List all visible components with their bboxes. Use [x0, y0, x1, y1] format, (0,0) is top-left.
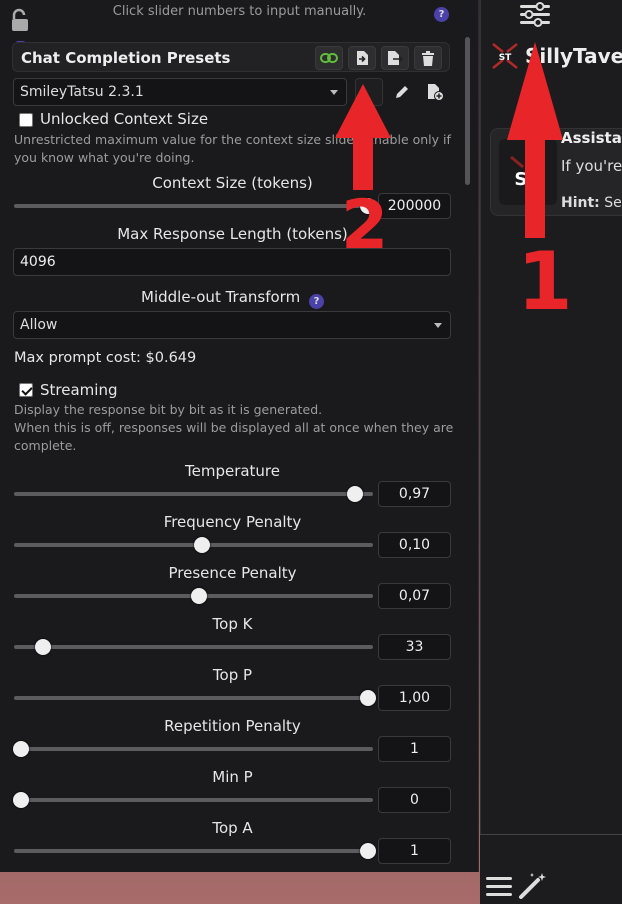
middle-out-select[interactable]: Allow	[13, 311, 451, 339]
annotation-arrow-up-icon	[335, 84, 391, 190]
streaming-desc-3: complete.	[14, 438, 77, 453]
annotation-number-2: 2	[341, 186, 389, 265]
slider-knob[interactable]	[359, 843, 376, 859]
slider-track[interactable]	[14, 537, 373, 553]
middle-out-label-text: Middle-out Transform	[141, 288, 301, 306]
slider-label: Top K	[212, 615, 253, 633]
context-size-slider[interactable]	[14, 198, 376, 214]
slider-track[interactable]	[13, 741, 373, 757]
slider-knob[interactable]	[34, 639, 51, 655]
card-hint-text: Set	[604, 195, 622, 211]
slider-label: Repetition Penalty	[164, 717, 301, 735]
slider-track[interactable]	[14, 639, 373, 655]
streaming-desc-2: When this is off, responses will be disp…	[14, 420, 454, 435]
streaming-label: Streaming	[40, 381, 118, 399]
preset-select[interactable]: SmileyTatsu 2.3.1	[13, 78, 347, 106]
card-title: Assistant	[561, 129, 622, 147]
import-preset-button[interactable]	[348, 46, 376, 70]
annotation-number-1: 1	[517, 235, 573, 328]
slider-track[interactable]	[14, 690, 376, 706]
context-size-input[interactable]: 200000	[378, 193, 451, 219]
annotation-arrow-up-icon	[507, 42, 563, 238]
trash-icon	[422, 50, 434, 66]
middle-out-label: Middle-out Transform ?	[0, 288, 465, 309]
slider-track[interactable]	[14, 486, 373, 502]
file-export-icon	[388, 51, 403, 65]
slider-label: Top A	[212, 819, 253, 837]
link-icon	[320, 53, 338, 63]
slider-label: Temperature	[184, 462, 281, 480]
chevron-down-icon	[434, 323, 442, 328]
middle-out-select-value: Allow	[20, 317, 58, 333]
slider-value-input[interactable]: 1	[378, 838, 451, 864]
sliders-icon[interactable]	[519, 0, 551, 28]
slider-knob[interactable]	[13, 741, 30, 757]
delete-preset-button[interactable]	[414, 46, 442, 70]
bottom-toolbar	[480, 834, 622, 904]
streaming-desc-1: Display the response bit by bit as it is…	[14, 402, 323, 417]
slider-knob[interactable]	[359, 690, 376, 706]
slider-knob[interactable]	[194, 537, 211, 553]
streaming-checkbox[interactable]	[19, 383, 33, 397]
new-preset-button[interactable]	[421, 78, 449, 106]
max-prompt-cost: Max prompt cost: $0.649	[14, 350, 197, 366]
magic-wand-icon[interactable]	[518, 871, 550, 899]
scrollbar[interactable]	[465, 37, 470, 185]
card-line: If you're	[561, 157, 622, 175]
menu-icon[interactable]	[486, 875, 512, 897]
card-hint: Hint: Set	[561, 195, 622, 211]
slider-value-input[interactable]: 33	[378, 634, 451, 660]
slider-hint: Click slider numbers to input manually.	[112, 4, 367, 19]
slider-value-input[interactable]: 1,00	[378, 685, 451, 711]
max-response-label: Max Response Length (tokens)	[117, 225, 348, 243]
slider-knob[interactable]	[347, 486, 364, 502]
slider-track[interactable]	[13, 792, 373, 808]
slider-value-input[interactable]: 0	[378, 787, 451, 813]
slider-label: Frequency Penalty	[163, 513, 302, 531]
slider-label: Min P	[212, 768, 253, 786]
slider-value-input[interactable]: 0,10	[378, 532, 451, 558]
unlocked-context-checkbox[interactable]	[19, 113, 33, 127]
slider-value-input[interactable]: 1	[378, 736, 451, 762]
export-preset-button[interactable]	[381, 46, 409, 70]
slider-label: Top P	[212, 666, 253, 684]
preset-select-value: SmileyTatsu 2.3.1	[20, 84, 144, 100]
card-hint-label: Hint:	[561, 195, 600, 211]
slider-track[interactable]	[14, 588, 373, 604]
unlocked-context-desc-2: you know what you're doing.	[14, 150, 195, 165]
help-icon[interactable]: ?	[434, 7, 449, 22]
slider-knob[interactable]	[13, 792, 30, 808]
ai-response-config-panel: Click slider numbers to input manually. …	[0, 0, 479, 872]
context-size-label: Context Size (tokens)	[152, 174, 313, 192]
link-button[interactable]	[315, 46, 343, 70]
slider-track[interactable]	[14, 843, 376, 859]
help-icon[interactable]: ?	[308, 294, 324, 309]
presets-title: Chat Completion Presets	[21, 49, 231, 67]
slider-label: Presence Penalty	[168, 564, 297, 582]
slider-value-input[interactable]: 0,07	[378, 583, 451, 609]
unlocked-context-label: Unlocked Context Size	[40, 110, 209, 128]
file-add-icon	[428, 84, 444, 101]
slider-value-input[interactable]: 0,97	[378, 481, 451, 507]
file-import-icon	[357, 51, 368, 65]
presets-header: Chat Completion Presets	[12, 42, 450, 72]
slider-knob[interactable]	[190, 588, 207, 604]
pencil-icon	[396, 86, 408, 98]
